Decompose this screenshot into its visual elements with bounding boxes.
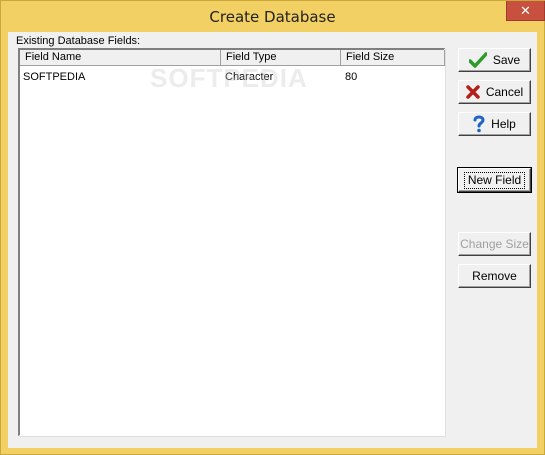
cell-field-type: Character xyxy=(225,71,274,83)
cancel-button[interactable]: Cancel xyxy=(458,80,531,104)
close-button[interactable]: ✕ xyxy=(506,1,545,21)
help-label: Help xyxy=(491,117,516,131)
change-size-label: Change Size xyxy=(460,237,529,251)
list-header: Field Name Field Type Field Size xyxy=(20,50,445,66)
save-button[interactable]: Save xyxy=(458,48,531,72)
title-bar[interactable]: Create Database ✕ xyxy=(1,1,545,32)
new-field-label: New Field xyxy=(463,171,526,189)
remove-label: Remove xyxy=(472,269,517,283)
window-title: Create Database xyxy=(209,8,336,26)
create-database-window: Create Database ✕ Existing Database Fiel… xyxy=(0,0,545,455)
close-icon: ✕ xyxy=(520,3,531,18)
help-button[interactable]: Help xyxy=(458,112,531,136)
remove-button[interactable]: Remove xyxy=(458,264,531,288)
cancel-label: Cancel xyxy=(485,85,524,99)
new-field-button[interactable]: New Field xyxy=(457,167,532,193)
save-label: Save xyxy=(492,53,521,67)
cell-field-size: 80 xyxy=(345,71,358,83)
dialog-body: Existing Database Fields: Field Name Fie… xyxy=(8,32,537,448)
column-header-field-name[interactable]: Field Name xyxy=(20,50,221,66)
column-header-field-size[interactable]: Field Size xyxy=(341,50,445,66)
change-size-button[interactable]: Change Size xyxy=(458,232,531,256)
question-icon xyxy=(473,115,485,133)
fields-list[interactable]: Field Name Field Type Field Size SOFTPED… xyxy=(18,48,445,436)
check-icon xyxy=(468,52,488,68)
column-header-field-type[interactable]: Field Type xyxy=(221,50,341,66)
x-icon xyxy=(466,85,480,99)
existing-fields-label: Existing Database Fields: xyxy=(16,35,141,47)
cell-field-name: SOFTPEDIA xyxy=(23,71,86,83)
